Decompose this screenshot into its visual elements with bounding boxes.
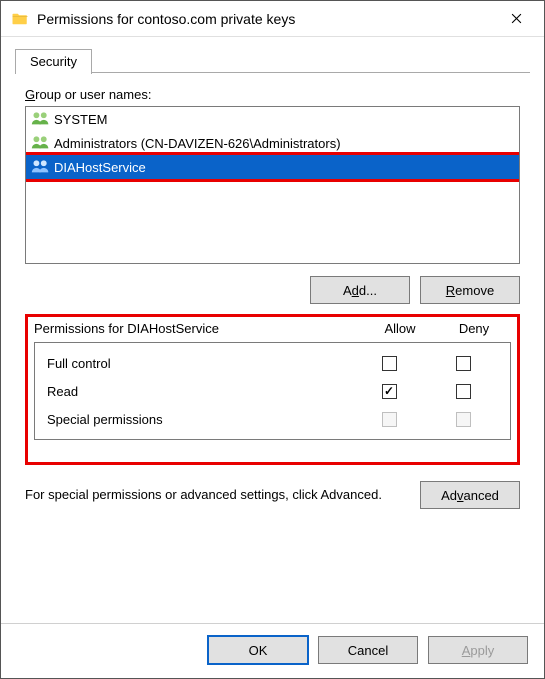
deny-column xyxy=(426,412,500,427)
close-button[interactable] xyxy=(494,1,538,37)
titlebar: Permissions for contoso.com private keys xyxy=(1,1,544,37)
highlighted-row: DIAHostService xyxy=(25,152,520,182)
permissions-section: Permissions for DIAHostService Allow Den… xyxy=(25,314,520,465)
principal-name: DIAHostService xyxy=(54,160,146,175)
principal-buttons: Add... Remove xyxy=(25,276,520,304)
principal-name: Administrators (CN-DAVIZEN-626\Administr… xyxy=(54,136,341,151)
allow-checkbox[interactable] xyxy=(382,384,397,399)
permissions-for-label: Permissions for DIAHostService xyxy=(34,321,363,336)
allow-column xyxy=(352,356,426,371)
deny-header: Deny xyxy=(437,321,511,336)
permission-row: Special permissions xyxy=(37,405,508,433)
deny-column xyxy=(426,384,500,399)
permission-name: Full control xyxy=(47,356,352,371)
deny-checkbox[interactable] xyxy=(456,356,471,371)
remove-button[interactable]: Remove xyxy=(420,276,520,304)
advanced-hint: For special permissions or advanced sett… xyxy=(25,486,408,504)
allow-checkbox xyxy=(382,412,397,427)
allow-checkbox[interactable] xyxy=(382,356,397,371)
permission-name: Read xyxy=(47,384,352,399)
apply-button[interactable]: Apply xyxy=(428,636,528,664)
tabs-divider xyxy=(15,72,530,73)
deny-checkbox xyxy=(456,412,471,427)
principal-list[interactable]: SYSTEM Administrators (CN-DAVIZEN-626\Adm… xyxy=(25,106,520,264)
group-user-label: Group or user names: xyxy=(25,87,520,102)
allow-header: Allow xyxy=(363,321,437,336)
list-item[interactable]: SYSTEM xyxy=(26,107,519,131)
advanced-button[interactable]: Advanced xyxy=(420,481,520,509)
ok-button[interactable]: OK xyxy=(208,636,308,664)
group-icon xyxy=(30,134,48,152)
security-tab-body: Group or user names: SYSTEM Administrator… xyxy=(15,73,530,613)
deny-column xyxy=(426,356,500,371)
principal-name: SYSTEM xyxy=(54,112,107,127)
tabs: Security xyxy=(15,45,530,73)
tab-security[interactable]: Security xyxy=(15,49,92,74)
advanced-row: For special permissions or advanced sett… xyxy=(25,481,520,509)
window-title: Permissions for contoso.com private keys xyxy=(37,11,494,27)
add-button[interactable]: Add... xyxy=(310,276,410,304)
permission-row: Read xyxy=(37,377,508,405)
permissions-list: Full control Read Special permissions xyxy=(34,342,511,440)
dialog-footer: OK Cancel Apply xyxy=(1,623,544,678)
permissions-header: Permissions for DIAHostService Allow Den… xyxy=(34,321,511,336)
permission-row: Full control xyxy=(37,349,508,377)
dialog-content: Security Group or user names: SYSTEM Admi… xyxy=(1,37,544,623)
list-item[interactable]: DIAHostService xyxy=(26,155,519,179)
allow-column xyxy=(352,384,426,399)
permissions-dialog: Permissions for contoso.com private keys… xyxy=(0,0,545,679)
group-icon xyxy=(30,110,48,128)
folder-icon xyxy=(11,10,29,28)
group-icon xyxy=(30,158,48,176)
deny-checkbox[interactable] xyxy=(456,384,471,399)
cancel-button[interactable]: Cancel xyxy=(318,636,418,664)
permission-name: Special permissions xyxy=(47,412,352,427)
allow-column xyxy=(352,412,426,427)
